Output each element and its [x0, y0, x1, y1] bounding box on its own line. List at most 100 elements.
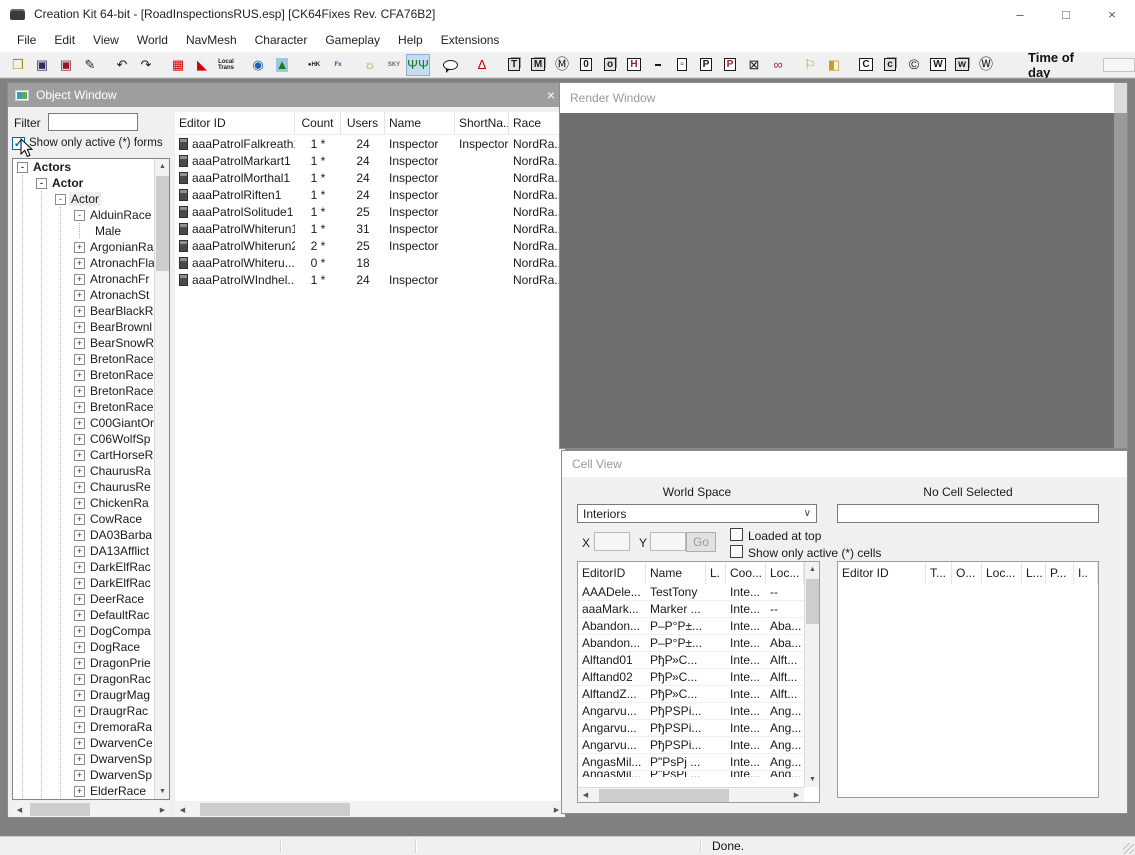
tree-item[interactable]: +DefaultRac — [13, 607, 156, 623]
tree-item[interactable]: +ChickenRa — [13, 495, 156, 511]
expand-icon[interactable]: + — [74, 642, 85, 653]
expand-icon[interactable]: + — [74, 594, 85, 605]
expand-icon[interactable]: + — [74, 402, 85, 413]
table-hscrollbar-thumb[interactable] — [200, 803, 350, 816]
cell-table-vertical-scrollbar[interactable]: ▲ ▼ — [804, 562, 819, 787]
sky-icon-button[interactable]: SKY — [382, 54, 406, 76]
tree-item[interactable]: +C00GiantOr — [13, 415, 156, 431]
column-header[interactable]: Loc... — [766, 562, 804, 584]
tree-item[interactable]: +BretonRace — [13, 399, 156, 415]
tree-item[interactable]: +DogRace — [13, 639, 156, 655]
expand-icon[interactable]: + — [74, 466, 85, 477]
tree-item[interactable]: -AlduinRace — [13, 207, 156, 223]
tree-item[interactable]: -Actors — [13, 159, 156, 175]
tree-item[interactable]: +DA13Afflict — [13, 543, 156, 559]
tree-item[interactable]: +AtronachFr — [13, 271, 156, 287]
expand-icon[interactable]: + — [74, 690, 85, 701]
scroll-right-icon[interactable]: ▶ — [789, 788, 804, 803]
menu-file[interactable]: File — [8, 28, 45, 52]
table-row[interactable]: Angarvu...РђРЅРі...Inte...Ang... — [578, 703, 819, 720]
grass-icon-button[interactable]: ΨΨ — [406, 54, 430, 76]
table-row[interactable]: Abandon...Р–Р°Р±...Inte...Aba... — [578, 618, 819, 635]
column-header[interactable]: Race — [509, 112, 564, 134]
tree-item[interactable]: +BretonRace — [13, 367, 156, 383]
expand-icon[interactable]: + — [74, 418, 85, 429]
undo-icon-button[interactable]: ↶ — [110, 54, 134, 76]
marker-p-arrow-icon-button[interactable]: P — [718, 54, 742, 76]
marker-t-cube-icon-button[interactable]: T — [502, 54, 526, 76]
expand-icon[interactable]: + — [74, 658, 85, 669]
menu-gameplay[interactable]: Gameplay — [316, 28, 389, 52]
tree-item[interactable]: +DwarvenCe — [13, 735, 156, 751]
tree-item[interactable]: +AtronachFla — [13, 255, 156, 271]
filter-input[interactable] — [48, 113, 138, 131]
scroll-down-icon[interactable]: ▼ — [155, 784, 170, 799]
column-header[interactable]: O... — [952, 562, 982, 584]
tree-item[interactable]: +DeerRace — [13, 591, 156, 607]
expand-icon[interactable]: + — [74, 722, 85, 733]
marker-m-circle-icon-button[interactable]: Ⓜ — [550, 54, 574, 76]
render-viewport[interactable] — [560, 113, 1127, 448]
expand-icon[interactable]: + — [74, 322, 85, 333]
close-button[interactable]: × — [1089, 0, 1135, 28]
column-header[interactable]: Users — [341, 112, 385, 134]
marker-c-cube-icon-button[interactable]: c — [878, 54, 902, 76]
table-row[interactable]: aaaMark...Marker ...Inte...-- — [578, 601, 819, 618]
expand-icon[interactable]: + — [74, 706, 85, 717]
scroll-left-icon[interactable]: ◀ — [12, 802, 27, 817]
collapse-icon[interactable]: - — [17, 162, 28, 173]
object-window-close-icon[interactable]: × — [547, 87, 555, 103]
table-row[interactable]: aaaPatrolWhiterun11 *31InspectorNordRa..… — [175, 220, 564, 237]
cell-table-horizontal-scrollbar[interactable]: ◀ ▶ — [578, 787, 804, 802]
tree-item[interactable]: +ArgonianRa — [13, 239, 156, 255]
menu-character[interactable]: Character — [246, 28, 317, 52]
tree-item[interactable]: +CartHorseR — [13, 447, 156, 463]
marker-x-icon-button[interactable]: ⊠ — [742, 54, 766, 76]
square-icon-button[interactable]: ▫ — [670, 54, 694, 76]
collapse-icon[interactable]: - — [36, 178, 47, 189]
tree-item[interactable]: +DremoraRa — [13, 719, 156, 735]
tree-item[interactable]: +DogCompa — [13, 623, 156, 639]
save-icon-button[interactable]: ▣ — [30, 54, 54, 76]
expand-icon[interactable]: + — [74, 258, 85, 269]
expand-icon[interactable]: + — [74, 610, 85, 621]
scroll-up-icon[interactable]: ▲ — [155, 159, 170, 174]
menu-help[interactable]: Help — [389, 28, 432, 52]
tree-item[interactable]: +ChaurusRe — [13, 479, 156, 495]
world-icon-button[interactable]: ◉ — [246, 54, 270, 76]
tree-item[interactable]: +C06WolfSp — [13, 431, 156, 447]
table-row[interactable]: Abandon...Р–Р°Р±...Inte...Aba... — [578, 635, 819, 652]
light-arrow-icon-button[interactable]: ⚐ — [798, 54, 822, 76]
marker-p-box-icon-button[interactable]: P — [694, 54, 718, 76]
table-row[interactable]: Alftand01РђР»С...Inte...Alft... — [578, 652, 819, 669]
marker-0-box-icon-button[interactable]: 0 — [574, 54, 598, 76]
expand-icon[interactable]: + — [74, 274, 85, 285]
tree-item[interactable]: +DraugrRac — [13, 703, 156, 719]
table-row[interactable]: aaaPatrolWhiterun22 *25InspectorNordRa..… — [175, 237, 564, 254]
tree-item[interactable]: +BearSnowR — [13, 335, 156, 351]
marker-c-box-icon-button[interactable]: C — [854, 54, 878, 76]
save-pc-icon-button[interactable]: ▣ — [54, 54, 78, 76]
expand-icon[interactable]: + — [74, 434, 85, 445]
table-row[interactable]: AAADele...TestTonyInte...-- — [578, 584, 819, 601]
tree-hscrollbar-thumb[interactable] — [30, 803, 90, 816]
open-icon-button[interactable]: ❒ — [6, 54, 30, 76]
column-header[interactable]: Coo... — [726, 562, 766, 584]
tree-item[interactable]: Male — [13, 223, 156, 239]
world-space-dropdown[interactable]: Interiors ∨ — [577, 504, 817, 523]
tree-item[interactable]: -Actor — [13, 175, 156, 191]
lights-icon-button[interactable]: ☼ — [358, 54, 382, 76]
expand-icon[interactable]: + — [74, 786, 85, 797]
tree-item[interactable]: +ChaurusRa — [13, 463, 156, 479]
table-row[interactable]: Alftand02РђР»С...Inte...Alft... — [578, 669, 819, 686]
scroll-up-icon[interactable]: ▲ — [805, 562, 820, 577]
table-row[interactable]: AngasMil...Р"РѕРј ...Inte...Ang... — [578, 754, 819, 771]
tree-item[interactable]: +BretonRace — [13, 351, 156, 367]
expand-icon[interactable]: + — [74, 450, 85, 461]
preferences-icon-button[interactable]: ✎ — [78, 54, 102, 76]
column-header[interactable]: Name — [646, 562, 706, 584]
table-row[interactable]: aaaPatrolWhiteru...0 *18NordRa... — [175, 254, 564, 271]
expand-icon[interactable]: + — [74, 738, 85, 749]
expand-icon[interactable]: + — [74, 354, 85, 365]
expand-icon[interactable]: + — [74, 242, 85, 253]
